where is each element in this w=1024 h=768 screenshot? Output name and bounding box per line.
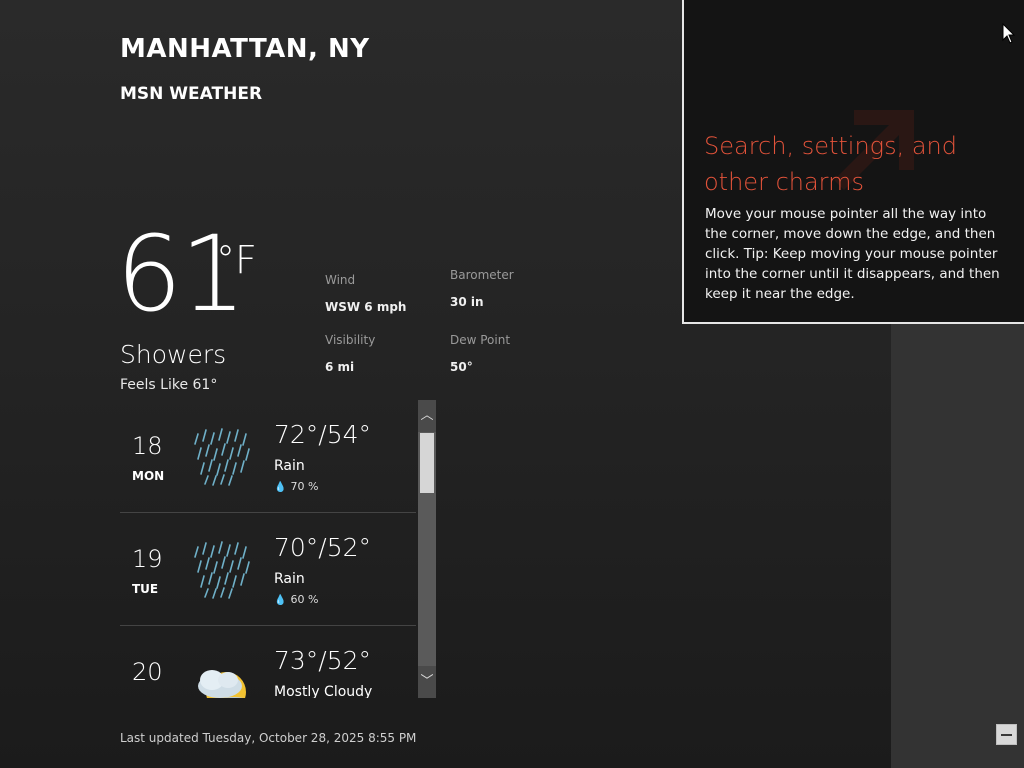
mouse-pointer-icon [1002,23,1016,44]
day-number: 19 [132,545,163,573]
wind-label: Wind [325,273,356,287]
partly-cloudy-icon [198,670,246,698]
day-name: MON [132,469,165,483]
forecast-day-row[interactable]: 19 TUE 70°/52° Rain 💧 60 % [120,513,416,626]
day-temperatures: 73°/52° [274,646,372,675]
temperature-unit: °F [216,238,257,282]
location-title: MANHATTAN, NY [120,34,370,64]
day-precipitation: 💧 60 % [274,593,318,606]
day-condition: Rain [274,458,305,474]
forecast-day-row[interactable]: 20 73°/52° Mostly Cloudy [120,626,416,698]
minimize-icon [1001,734,1012,736]
day-number: 20 [132,658,163,686]
precip-drop-icon: 💧 [274,595,287,606]
scroll-up-button[interactable]: ︿ [418,400,436,432]
weather-app-window: MANHATTAN, NY MSN WEATHER 61 °F Showers … [0,0,1024,768]
feels-like: Feels Like 61° [120,377,218,393]
forecast-scrollbar[interactable]: ︿ ﹀ [418,400,436,698]
visibility-value: 6 mi [325,360,355,374]
charms-tip-panel: Search, settings, and other charms Move … [682,0,1024,324]
day-number: 18 [132,432,163,460]
minimize-button[interactable] [996,724,1017,745]
rain-icon [194,428,250,486]
forecast-day-row[interactable]: 18 MON 72°/54° Rain 💧 70 % [120,400,416,513]
precip-drop-icon: 💧 [274,482,287,493]
app-name: MSN WEATHER [120,84,263,104]
day-condition: Mostly Cloudy [274,684,373,698]
dewpoint-label: Dew Point [450,333,511,347]
charms-tip-title: Search, settings, and other charms [704,132,957,196]
dewpoint-value: 50° [450,360,473,374]
day-name: TUE [132,582,159,596]
daily-forecast-list[interactable]: 18 MON 72°/54° Rain 💧 70 % 19 TUE 70°/52… [120,400,436,698]
visibility-label: Visibility [325,333,376,347]
charms-tip-body: Move your mouse pointer all the way into… [705,206,1000,302]
precip-value: 60 % [290,593,319,606]
last-updated: Last updated Tuesday, October 28, 2025 8… [120,731,417,745]
scroll-down-button[interactable]: ﹀ [418,666,436,698]
day-condition: Rain [274,571,305,587]
day-precipitation: 💧 70 % [274,480,318,493]
scroll-thumb[interactable] [420,433,434,493]
precip-value: 70 % [290,480,319,493]
barometer-value: 30 in [450,295,484,309]
current-condition: Showers [120,340,227,369]
day-temperatures: 70°/52° [274,533,372,562]
day-temperatures: 72°/54° [274,420,372,449]
rain-icon [194,541,250,599]
wind-value: WSW 6 mph [325,300,407,314]
barometer-label: Barometer [450,268,514,282]
